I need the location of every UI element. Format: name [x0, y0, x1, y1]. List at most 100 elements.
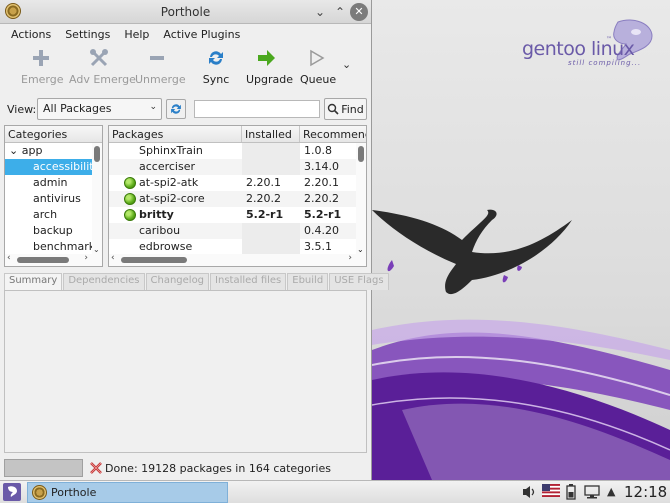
packages-vscrollbar[interactable]: ⌄ — [356, 143, 366, 254]
tab-installed-files[interactable]: Installed files — [210, 273, 287, 290]
titlebar[interactable]: Porthole ⌄ ⌃ ✕ — [0, 0, 371, 24]
categories-hscrollbar[interactable]: ‹ › — [5, 253, 102, 266]
categories-header[interactable]: Categories — [5, 126, 102, 143]
category-parent[interactable]: ⌄ app — [5, 143, 102, 159]
package-name: at-spi2-core — [139, 192, 205, 205]
package-recommended-version: 0.4.20 — [304, 224, 339, 237]
close-button[interactable]: ✕ — [350, 3, 368, 21]
volume-icon[interactable] — [522, 484, 536, 500]
chevron-right-icon[interactable]: › — [84, 253, 88, 263]
packages-hscrollbar[interactable]: ‹ › — [109, 253, 366, 266]
gentoo-brand-text: gentoo linux — [522, 38, 635, 60]
queue-button[interactable]: Queue — [300, 46, 337, 86]
emerge-label: Emerge — [21, 73, 64, 86]
category-item[interactable]: arch — [5, 207, 102, 223]
installed-status-icon — [124, 209, 136, 221]
package-row[interactable]: edbrowse 3.5.1 — [109, 239, 366, 255]
wallpaper-art — [372, 209, 670, 480]
category-item[interactable]: accessibility — [5, 159, 102, 175]
chevron-down-icon[interactable]: ⌄ — [357, 245, 364, 254]
network-icon[interactable] — [584, 484, 600, 500]
unmerge-button[interactable]: Unmerge — [135, 46, 186, 86]
package-recommended-version: 3.14.0 — [304, 160, 339, 173]
task-label: Porthole — [51, 486, 97, 499]
chevron-left-icon[interactable]: ‹ — [111, 253, 115, 263]
maximize-button[interactable]: ⌃ — [331, 3, 349, 21]
view-select-value: All Packages — [43, 102, 112, 115]
search-input[interactable] — [194, 100, 320, 118]
installed-status-icon — [124, 177, 136, 189]
package-row[interactable]: accerciser 3.14.0 — [109, 159, 366, 175]
category-item[interactable]: antivirus — [5, 191, 102, 207]
chevron-down-icon[interactable]: ⌄ — [93, 245, 100, 254]
play-icon — [310, 49, 325, 67]
tab-summary[interactable]: Summary — [4, 273, 63, 290]
tab-ebuild[interactable]: Ebuild — [287, 273, 329, 290]
taskbar: Porthole ▲ 12:18 — [0, 480, 670, 503]
status-text: Done: 19128 packages in 164 categories — [105, 462, 331, 475]
queue-label: Queue — [300, 73, 337, 86]
menu-active-plugins[interactable]: Active Plugins — [156, 28, 247, 41]
menu-actions[interactable]: Actions — [4, 28, 58, 41]
tab-use-flags[interactable]: USE Flags — [329, 273, 389, 290]
scroll-thumb[interactable] — [17, 257, 69, 263]
tray-expand-icon[interactable]: ▲ — [607, 485, 615, 498]
packages-rows: SphinxTrain 1.0.8 accerciser 3.14.0 at-spi2-… — [109, 143, 366, 255]
view-row: View: All Packages ⌄ Find — [0, 98, 372, 122]
package-name: britty — [139, 208, 174, 221]
sync-label: Sync — [202, 73, 230, 86]
package-installed-version: 5.2-r1 — [246, 208, 284, 221]
plus-icon — [33, 50, 49, 66]
refresh-button[interactable] — [166, 99, 186, 119]
chevron-down-icon[interactable]: ⌄ — [342, 58, 351, 71]
clock[interactable]: 12:18 — [624, 483, 667, 501]
trademark: ™ — [606, 36, 612, 43]
minimize-button[interactable]: ⌄ — [311, 3, 329, 21]
category-item[interactable]: admin — [5, 175, 102, 191]
scroll-thumb[interactable] — [94, 146, 100, 162]
column-installed[interactable]: Installed — [245, 128, 292, 141]
categories-tree[interactable]: Categories ⌄ app accessibility admin ant… — [4, 125, 103, 267]
column-packages[interactable]: Packages — [112, 128, 163, 141]
tab-changelog[interactable]: Changelog — [145, 273, 210, 290]
chevron-left-icon[interactable]: ‹ — [7, 253, 11, 263]
column-recommended[interactable]: Recommended — [303, 128, 366, 141]
package-row[interactable]: at-spi2-core 2.20.2 2.20.2 — [109, 191, 366, 207]
upgrade-button[interactable]: Upgrade — [246, 46, 293, 86]
category-parent-label: app — [21, 144, 43, 157]
categories-vscrollbar[interactable]: ⌄ — [92, 143, 102, 254]
package-row[interactable]: at-spi2-atk 2.20.1 2.20.1 — [109, 175, 366, 191]
menu-help[interactable]: Help — [117, 28, 156, 41]
scroll-thumb[interactable] — [358, 146, 364, 162]
search-icon — [328, 103, 339, 115]
expand-arrow-icon[interactable]: ⌄ — [9, 144, 18, 157]
category-item[interactable]: backup — [5, 223, 102, 239]
scroll-thumb[interactable] — [121, 257, 187, 263]
menubar: Actions Settings Help Active Plugins — [0, 24, 371, 44]
tab-dependencies[interactable]: Dependencies — [63, 273, 145, 290]
details-tabs: Summary Dependencies Changelog Installed… — [4, 273, 390, 290]
minus-icon — [150, 56, 164, 60]
task-porthole[interactable]: Porthole — [27, 482, 228, 503]
application-launcher-icon[interactable] — [3, 483, 21, 501]
toolbar: Emerge Adv Emerge Unmerge Sync Upgrade Q… — [0, 44, 371, 94]
find-button[interactable]: Find — [324, 98, 367, 120]
sync-button[interactable]: Sync — [201, 46, 231, 86]
package-row[interactable]: caribou 0.4.20 — [109, 223, 366, 239]
chevron-down-icon: ⌄ — [149, 102, 157, 112]
package-row[interactable]: britty 5.2-r1 5.2-r1 — [109, 207, 366, 223]
battery-icon[interactable] — [566, 484, 576, 500]
packages-list[interactable]: Packages Installed Recommended SphinxTra… — [108, 125, 367, 267]
adv-emerge-button[interactable]: Adv Emerge — [69, 46, 136, 86]
us-flag-icon[interactable] — [542, 484, 560, 497]
package-row[interactable]: SphinxTrain 1.0.8 — [109, 143, 366, 159]
package-name: edbrowse — [139, 240, 193, 253]
package-name: caribou — [139, 224, 181, 237]
emerge-button[interactable]: Emerge — [21, 46, 64, 86]
chevron-right-icon[interactable]: › — [348, 253, 352, 263]
error-x-icon[interactable] — [89, 461, 103, 475]
package-recommended-version: 3.5.1 — [304, 240, 332, 253]
menu-settings[interactable]: Settings — [58, 28, 117, 41]
view-select[interactable]: All Packages ⌄ — [37, 98, 162, 120]
sync-icon — [209, 51, 223, 65]
